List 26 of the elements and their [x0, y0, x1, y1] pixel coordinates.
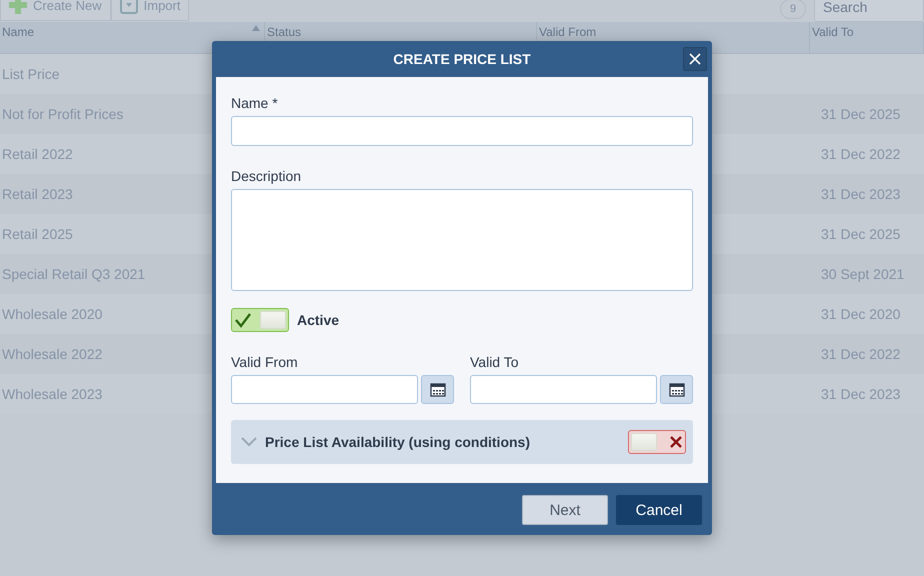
calendar-icon	[668, 382, 684, 397]
column-header[interactable]: Name	[0, 22, 265, 54]
dialog-button[interactable]: Next	[522, 495, 608, 525]
calendar-button[interactable]	[421, 375, 454, 404]
import-icon	[120, 0, 138, 14]
date-field[interactable]	[470, 375, 657, 404]
date-field[interactable]	[231, 375, 418, 404]
toolbar-button[interactable]: Import	[110, 0, 190, 21]
active-label: Active	[297, 312, 340, 328]
field-label: Valid To	[470, 354, 520, 370]
dialog-button[interactable]: Cancel	[616, 495, 702, 525]
close-button[interactable]	[683, 47, 707, 71]
calendar-button[interactable]	[660, 375, 693, 404]
count-badge: 9	[780, 0, 806, 19]
availability-label: Price List Availability (using conditions)	[265, 434, 532, 450]
name-field[interactable]	[231, 116, 693, 146]
close-icon	[689, 53, 701, 65]
toggle-switch[interactable]	[628, 430, 686, 454]
plus-icon	[9, 0, 27, 14]
search-field[interactable]: Search	[814, 0, 924, 22]
toggle-switch[interactable]	[231, 308, 289, 332]
toolbar-button[interactable]: Create New	[0, 0, 111, 21]
calendar-icon	[430, 382, 446, 397]
column-header[interactable]: Valid To	[810, 22, 924, 54]
dialog-title: CREATE PRICE LIST	[393, 51, 531, 67]
description-field[interactable]	[231, 189, 693, 291]
